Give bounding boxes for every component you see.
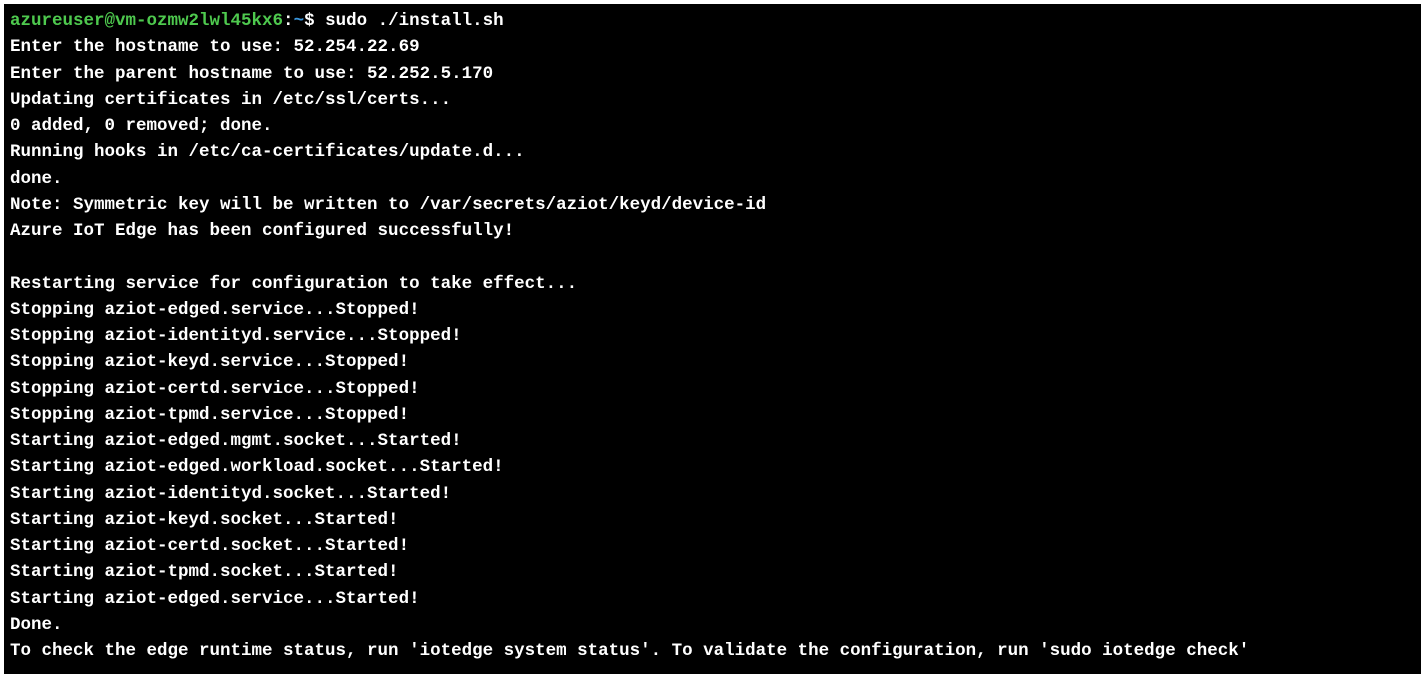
output-line: Restarting service for configuration to … [10,271,1415,297]
output-line: Enter the parent hostname to use: 52.252… [10,61,1415,87]
output-line: Starting aziot-edged.mgmt.socket...Start… [10,428,1415,454]
terminal-window[interactable]: azureuser@vm-ozmw2lwl45kx6:~$ sudo ./ins… [4,4,1421,674]
output-line: Stopping aziot-tpmd.service...Stopped! [10,402,1415,428]
output-line: Note: Symmetric key will be written to /… [10,192,1415,218]
output-line: Azure IoT Edge has been configured succe… [10,218,1415,244]
output-line: Starting aziot-identityd.socket...Starte… [10,481,1415,507]
output-line: To check the edge runtime status, run 'i… [10,638,1415,664]
prompt-path: ~ [294,11,305,31]
output-line: Updating certificates in /etc/ssl/certs.… [10,87,1415,113]
output-line: Starting aziot-edged.workload.socket...S… [10,454,1415,480]
output-line: Enter the hostname to use: 52.254.22.69 [10,34,1415,60]
output-line: Starting aziot-certd.socket...Started! [10,533,1415,559]
prompt-user-host: azureuser@vm-ozmw2lwl45kx6 [10,11,283,31]
output-line: Starting aziot-tpmd.socket...Started! [10,559,1415,585]
output-line: done. [10,166,1415,192]
command-text: sudo ./install.sh [325,11,504,31]
output-line: 0 added, 0 removed; done. [10,113,1415,139]
output-line: Stopping aziot-edged.service...Stopped! [10,297,1415,323]
output-line: Stopping aziot-certd.service...Stopped! [10,376,1415,402]
output-line: Stopping aziot-keyd.service...Stopped! [10,349,1415,375]
output-line: Starting aziot-edged.service...Started! [10,586,1415,612]
output-line: Done. [10,612,1415,638]
output-line: Stopping aziot-identityd.service...Stopp… [10,323,1415,349]
prompt-line: azureuser@vm-ozmw2lwl45kx6:~$ sudo ./ins… [10,8,1415,34]
prompt-dollar: $ [304,11,325,31]
output-line: Running hooks in /etc/ca-certificates/up… [10,139,1415,165]
prompt-separator: : [283,11,294,31]
output-line [10,244,1415,270]
output-line: Starting aziot-keyd.socket...Started! [10,507,1415,533]
output-container: Enter the hostname to use: 52.254.22.69E… [10,34,1415,664]
